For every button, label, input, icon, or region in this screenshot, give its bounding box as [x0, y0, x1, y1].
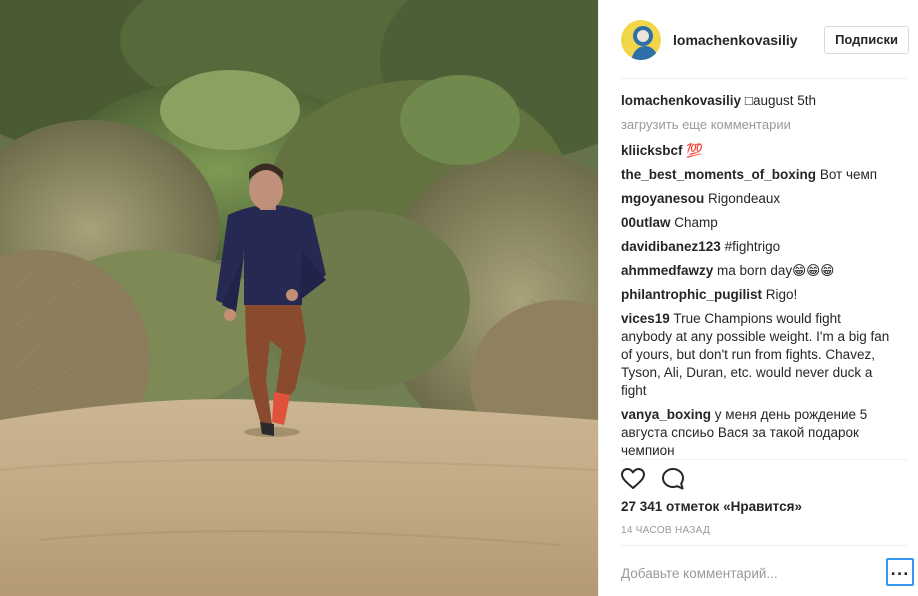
comment-username[interactable]: 00utlaw [621, 215, 671, 230]
comment-item: philantrophic_pugilist Rigo! [621, 286, 893, 304]
caption-username[interactable]: lomachenkovasiliy [621, 93, 741, 108]
comment-bubble-icon[interactable] [660, 466, 686, 492]
comment-text: Вот чемп [819, 167, 878, 182]
comment-text: 💯 [686, 143, 704, 158]
avatar[interactable] [621, 20, 661, 60]
comment-text: Rigo! [765, 287, 798, 302]
comment-item: davidibanez123 #fightrigo [621, 238, 893, 256]
comment-item: kliicksbcf 💯 [621, 142, 893, 160]
heart-icon[interactable] [620, 466, 646, 492]
comment-username[interactable]: mgoyanesou [621, 191, 704, 206]
comment-list: lomachenkovasiliy □august 5th загрузить … [621, 92, 893, 458]
load-more-comments-link[interactable]: загрузить еще комментарии [621, 116, 893, 134]
post-photo[interactable] [0, 0, 598, 596]
comment-item: the_best_moments_of_boxing Вот чемп [621, 166, 893, 184]
instagram-post: lomachenkovasiliy Подписки lomachenkovas… [0, 0, 918, 596]
comment-item: ahmmedfawzy ma born day😁😁😁 [621, 262, 893, 280]
follow-button[interactable]: Подписки [824, 26, 909, 54]
comment-item: mgoyanesou Rigondeaux [621, 190, 893, 208]
author-username[interactable]: lomachenkovasiliy [673, 32, 798, 48]
divider [621, 545, 908, 546]
likes-count[interactable]: 27 341 отметок «Нравится» [621, 499, 802, 514]
comment-username[interactable]: vanya_boxing [621, 407, 711, 422]
divider [621, 78, 908, 79]
divider [621, 459, 908, 460]
comment-username[interactable]: vices19 [621, 311, 670, 326]
comment-text: Champ [674, 215, 718, 230]
comment-username[interactable]: ahmmedfawzy [621, 263, 713, 278]
comment-username[interactable]: the_best_moments_of_boxing [621, 167, 816, 182]
comment-text: ma born day😁😁😁 [717, 263, 835, 278]
comment-item: vanya_boxing у меня день рождение 5 авгу… [621, 406, 893, 458]
comment-item: 00utlaw Champ [621, 214, 893, 232]
post-header: lomachenkovasiliy Подписки [621, 18, 911, 62]
runner-on-trail-image [0, 0, 598, 596]
caption-text: □august 5th [744, 93, 817, 108]
more-options-button[interactable]: ... [886, 558, 914, 586]
post-timestamp[interactable]: 14 ЧАСОВ НАЗАД [621, 525, 710, 536]
post-actions [620, 465, 700, 493]
comment-username[interactable]: kliicksbcf [621, 143, 683, 158]
add-comment-input[interactable] [621, 562, 871, 584]
comment-text: Rigondeaux [708, 191, 781, 206]
comment-item: vices19 True Champions would fight anybo… [621, 310, 893, 400]
avatar-image [621, 20, 661, 60]
comment-username[interactable]: davidibanez123 [621, 239, 721, 254]
caption: lomachenkovasiliy □august 5th [621, 92, 893, 110]
hashtag-link[interactable]: #fightrigo [725, 239, 781, 254]
comment-username[interactable]: philantrophic_pugilist [621, 287, 762, 302]
post-sidebar: lomachenkovasiliy Подписки lomachenkovas… [598, 0, 918, 596]
